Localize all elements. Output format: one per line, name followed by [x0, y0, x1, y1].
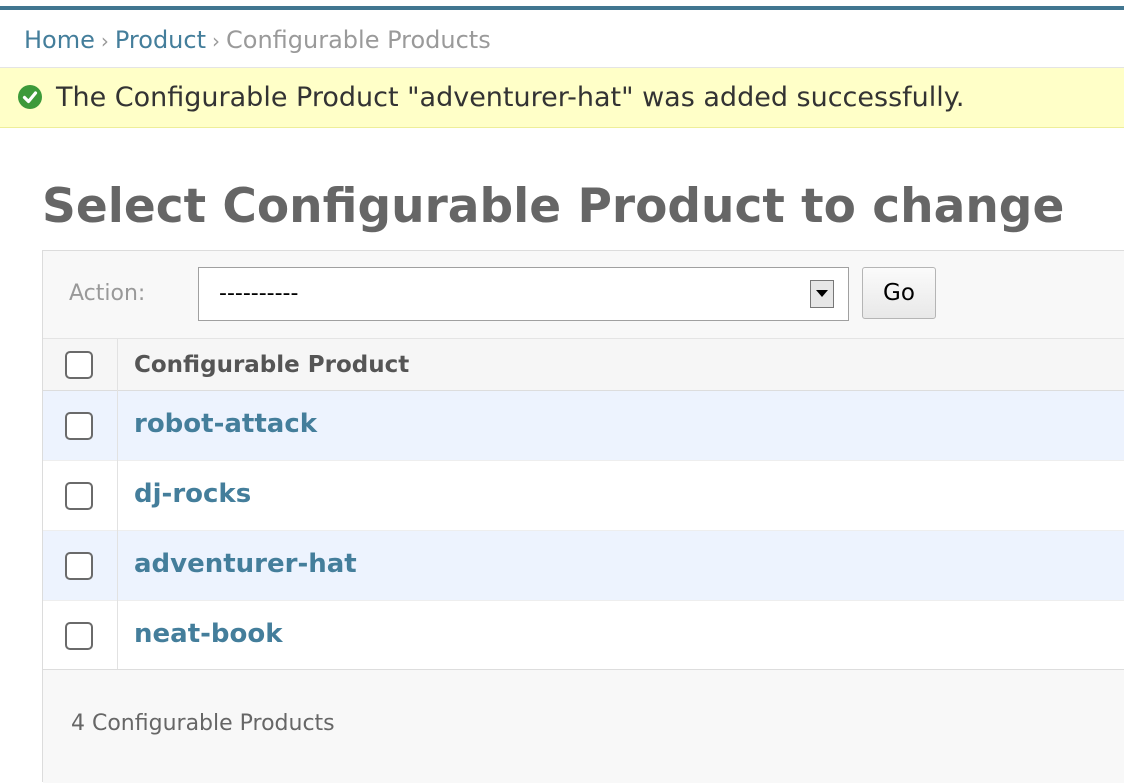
column-header-configurable-product[interactable]: Configurable Product [134, 349, 409, 381]
row-link[interactable]: adventurer-hat [134, 547, 357, 581]
chevron-down-icon[interactable] [810, 280, 834, 308]
table-row: adventurer-hat [43, 531, 1124, 601]
row-link[interactable]: neat-book [134, 617, 283, 651]
breadcrumb: Home › Product › Configurable Products [0, 14, 1124, 68]
action-select[interactable]: ---------- [198, 267, 849, 321]
breadcrumb-separator: › [100, 29, 109, 53]
success-message: The Configurable Product "adventurer-hat… [0, 68, 1124, 128]
breadcrumb-separator: › [212, 29, 220, 53]
column-divider [117, 339, 118, 669]
breadcrumb-current: Configurable Products [226, 26, 491, 54]
page-title: Select Configurable Product to change [42, 179, 1065, 234]
action-select-value: ---------- [219, 281, 299, 306]
success-check-icon [18, 85, 42, 109]
row-link[interactable]: dj-rocks [134, 477, 251, 511]
header-bar [0, 0, 1124, 10]
changelist: Action: ---------- Go Configurable Produ… [42, 250, 1124, 783]
table-header: Configurable Product [43, 339, 1124, 391]
result-count: 4 Configurable Products [71, 711, 335, 736]
row-checkbox[interactable] [65, 412, 93, 440]
breadcrumb-home-link[interactable]: Home [24, 26, 95, 54]
table-row: neat-book [43, 601, 1124, 671]
breadcrumb-product-link[interactable]: Product [115, 26, 206, 54]
table-row: dj-rocks [43, 461, 1124, 531]
row-checkbox[interactable] [65, 622, 93, 650]
row-checkbox[interactable] [65, 482, 93, 510]
actions-bar: Action: ---------- Go [43, 251, 1124, 339]
go-button[interactable]: Go [862, 267, 936, 319]
row-link[interactable]: robot-attack [134, 407, 317, 441]
action-label: Action: [69, 281, 146, 306]
table-row: robot-attack [43, 391, 1124, 461]
row-checkbox[interactable] [65, 552, 93, 580]
success-message-text: The Configurable Product "adventurer-hat… [56, 82, 965, 113]
select-all-checkbox[interactable] [65, 351, 93, 379]
